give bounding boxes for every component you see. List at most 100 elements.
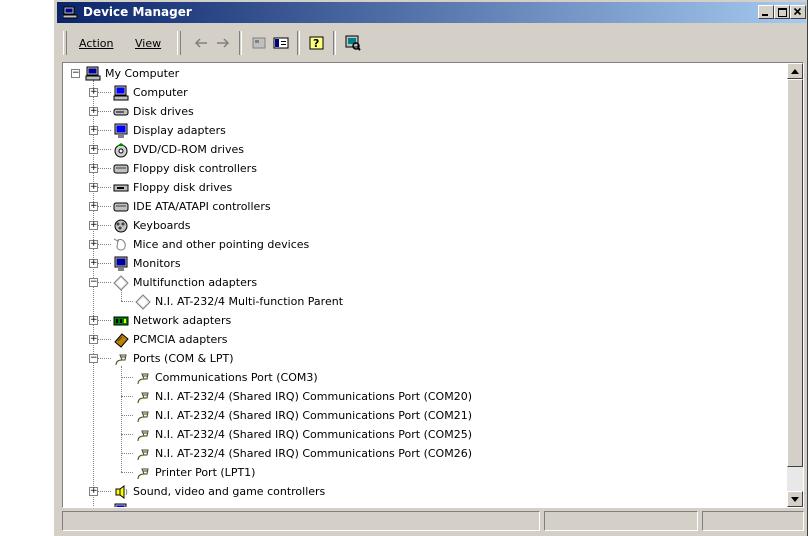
status-bar	[62, 511, 804, 531]
scan-hardware-button[interactable]	[343, 34, 363, 52]
computer-icon	[113, 85, 129, 100]
sound-icon	[115, 484, 128, 499]
menu-view-label: View	[135, 37, 162, 50]
scroll-thumb[interactable]	[787, 79, 803, 467]
computer-icon	[114, 503, 127, 507]
tree-item-category[interactable]: Ports (COM & LPT)	[113, 349, 234, 368]
help-icon: ?	[309, 36, 324, 50]
expand-icon[interactable]: +	[89, 202, 98, 211]
status-pane-3	[702, 511, 804, 531]
tree-item-label: N.I. AT-232/4 Multi-function Parent	[155, 295, 344, 308]
help-button[interactable]: ?	[307, 34, 327, 52]
tree-item-label: N.I. AT-232/4 (Shared IRQ) Communication…	[155, 447, 472, 460]
floppy-icon	[113, 184, 129, 191]
toolbar-grip[interactable]	[63, 31, 67, 55]
tree-root-my-computer[interactable]: My Computer	[85, 64, 179, 83]
tree-item-category[interactable]: Display adapters	[113, 121, 226, 140]
tree-item-label: N.I. AT-232/4 (Shared IRQ) Communication…	[155, 390, 472, 403]
tree-item-label: Mice and other pointing devices	[133, 238, 310, 251]
expand-icon[interactable]: +	[89, 487, 98, 496]
tree-item-device[interactable]: N.I. AT-232/4 (Shared IRQ) Communication…	[135, 406, 472, 425]
port-icon	[115, 354, 127, 365]
tree-item-category[interactable]: Disk drives	[113, 102, 194, 121]
collapse-icon[interactable]: −	[89, 354, 98, 363]
monitor-icon	[114, 256, 128, 271]
tree-item-category[interactable]: Floppy disk drives	[113, 178, 232, 197]
close-button[interactable]	[790, 5, 806, 19]
collapse-icon[interactable]: −	[71, 69, 80, 78]
expand-icon[interactable]: +	[89, 259, 98, 268]
toolbar-grip-2[interactable]	[177, 31, 181, 55]
tree-item-category[interactable]: Keyboards	[113, 216, 190, 235]
tree-connector	[121, 472, 133, 474]
tree-connector	[98, 187, 111, 189]
tree-item-category[interactable]: Computer	[113, 83, 188, 102]
maximize-button[interactable]	[774, 5, 790, 19]
tree-connector	[98, 206, 111, 208]
expand-icon[interactable]: +	[89, 126, 98, 135]
expand-icon[interactable]: +	[89, 316, 98, 325]
scroll-down-button[interactable]	[787, 491, 803, 507]
expand-icon[interactable]: +	[89, 335, 98, 344]
tree-item-category[interactable]: IDE ATA/ATAPI controllers	[113, 197, 271, 216]
network-icon	[113, 316, 129, 325]
expand-icon[interactable]: +	[89, 107, 98, 116]
tree-item-device[interactable]: N.I. AT-232/4 (Shared IRQ) Communication…	[135, 387, 472, 406]
toolbar-separator-2	[297, 31, 300, 55]
tree-connector	[98, 491, 111, 493]
expand-icon[interactable]: +	[89, 164, 98, 173]
child-port-icon	[137, 430, 149, 441]
toolbar-separator-3	[333, 31, 336, 55]
tree-item-label: Multifunction adapters	[133, 276, 258, 289]
menu-view[interactable]: View	[135, 37, 161, 50]
tree-item-device[interactable]: N.I. AT-232/4 (Shared IRQ) Communication…	[135, 444, 472, 463]
menu-action[interactable]: Action	[79, 37, 113, 50]
cdrom-icon	[114, 142, 128, 157]
device-tree[interactable]: − My Computer Computer + Disk drives + Display…	[62, 62, 804, 508]
tree-connector	[121, 290, 123, 301]
tree-item-label: N.I. AT-232/4 (Shared IRQ) Communication…	[155, 409, 472, 422]
title-bar[interactable]: Device Manager	[57, 2, 806, 23]
tree-connector	[98, 263, 111, 265]
minimize-button[interactable]	[758, 5, 774, 19]
tree-item-category[interactable]: Monitors	[113, 254, 181, 273]
tree-item-device[interactable]: N.I. AT-232/4 (Shared IRQ) Communication…	[135, 425, 472, 444]
expand-icon[interactable]: +	[89, 221, 98, 230]
tree-connector	[98, 244, 111, 246]
tree-item-label: PCMCIA adapters	[133, 333, 228, 346]
tree-connector	[98, 168, 111, 170]
tree-connector	[121, 301, 133, 303]
properties-icon	[252, 37, 266, 49]
maximize-icon	[778, 8, 787, 17]
forward-arrow-icon	[217, 38, 230, 48]
device-manager-icon	[63, 6, 78, 19]
tree-item-category[interactable]: Multifunction adapters	[113, 273, 257, 292]
keyboard-icon	[114, 219, 128, 232]
expand-icon[interactable]: +	[89, 88, 98, 97]
tree-item-category[interactable]: Sound, video and game controllers	[113, 482, 325, 501]
tree-item-category[interactable]: Mice and other pointing devices	[113, 235, 309, 254]
tree-item-partial[interactable]	[113, 501, 129, 507]
forward-button[interactable]	[213, 34, 233, 52]
tree-item-label: Keyboards	[133, 219, 191, 232]
expand-icon[interactable]: +	[89, 240, 98, 249]
scroll-up-button[interactable]	[787, 63, 803, 79]
child-port-icon	[137, 392, 149, 403]
tree-item-category[interactable]: Network adapters	[113, 311, 231, 330]
tree-item-category[interactable]: DVD/CD-ROM drives	[113, 140, 244, 159]
tree-item-category[interactable]: Floppy disk controllers	[113, 159, 257, 178]
show-hide-tree-button[interactable]	[271, 34, 291, 52]
collapse-icon[interactable]: −	[89, 278, 98, 287]
tree-connector	[98, 339, 111, 341]
vertical-scrollbar[interactable]	[787, 63, 803, 507]
properties-button[interactable]	[249, 34, 269, 52]
window-title: Device Manager	[83, 5, 192, 19]
tree-item-device[interactable]: Printer Port (LPT1)	[135, 463, 255, 482]
child-diamond-icon	[135, 293, 151, 310]
tree-item-device[interactable]: N.I. AT-232/4 Multi-function Parent	[135, 292, 343, 311]
tree-item-category[interactable]: PCMCIA adapters	[113, 330, 228, 349]
tree-item-device[interactable]: Communications Port (COM3)	[135, 368, 318, 387]
expand-icon[interactable]: +	[89, 183, 98, 192]
expand-icon[interactable]: +	[89, 145, 98, 154]
back-button[interactable]	[191, 34, 211, 52]
